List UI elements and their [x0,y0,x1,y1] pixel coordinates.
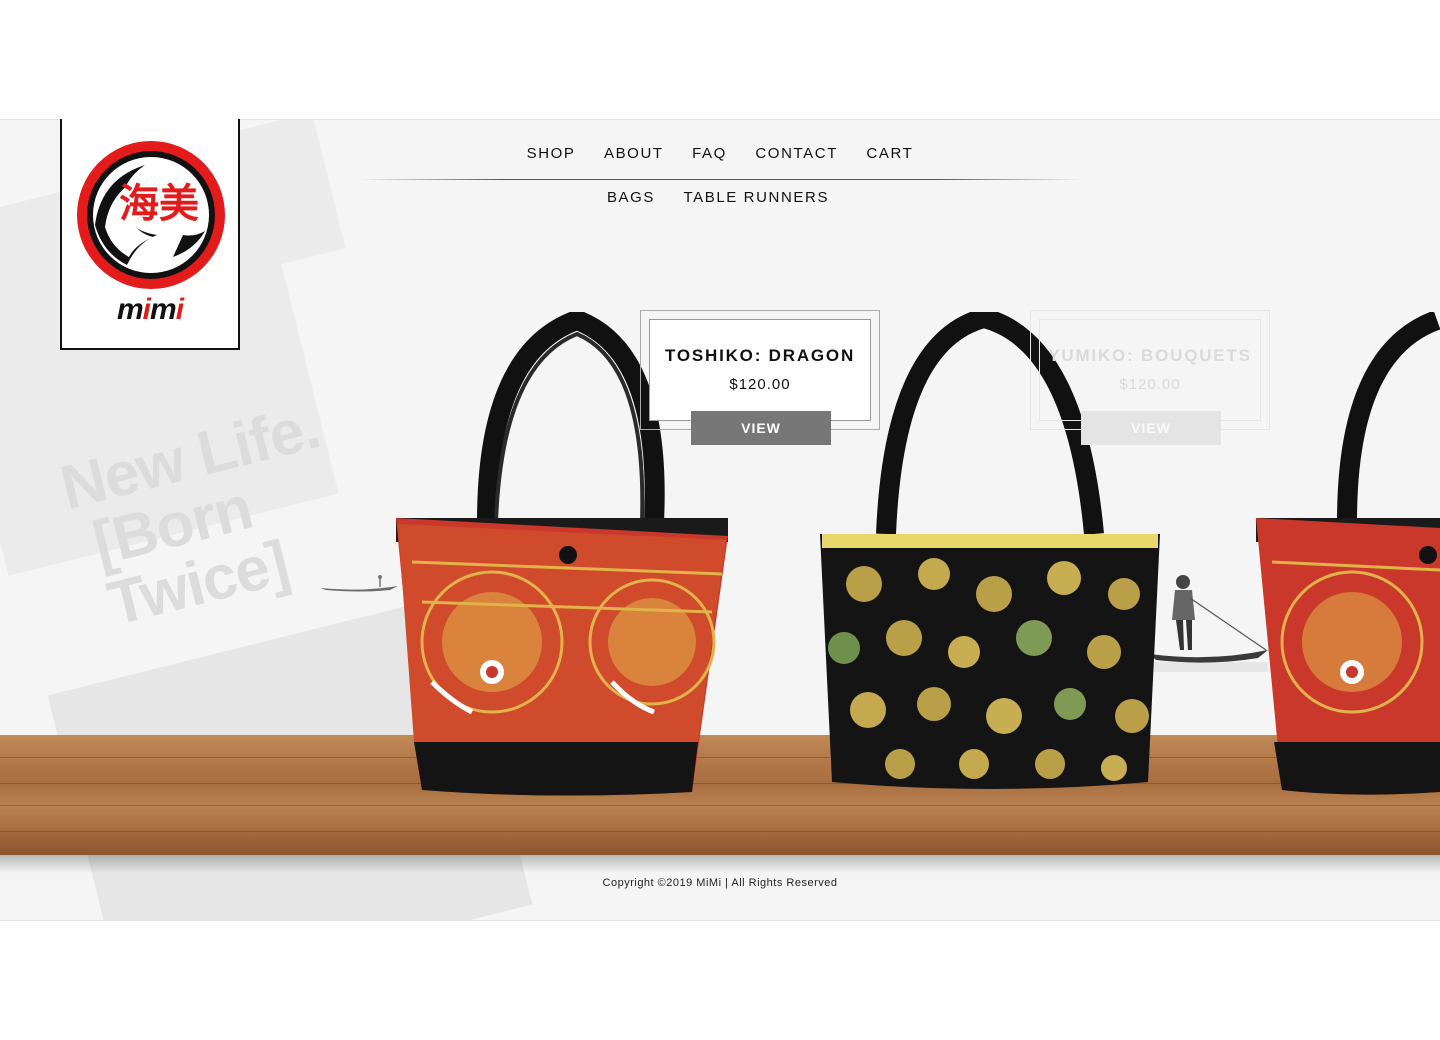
product-card-inner: TOSHIKO: DRAGON $120.00 [649,319,871,421]
view-button[interactable]: VIEW [1081,411,1221,445]
product-name: TOSHIKO: DRAGON [664,346,856,365]
main-nav: SHOP ABOUT FAQ CONTACT CART [360,145,1080,163]
nav-faq[interactable]: FAQ [692,145,727,162]
product-card-yumiko: YUMIKO: BOUQUETS $120.00 VIEW [1030,310,1270,445]
nav-shop[interactable]: SHOP [527,145,576,162]
shelf-shadow [0,855,1440,873]
bag-image-dragon-next[interactable] [1252,312,1440,797]
product-card-toshiko: TOSHIKO: DRAGON $120.00 VIEW [640,310,880,445]
wave-emblem-icon: 海美 [77,141,225,289]
nav-about[interactable]: ABOUT [604,145,664,162]
nav-contact[interactable]: CONTACT [755,145,838,162]
nav-cart[interactable]: CART [866,145,913,162]
nav-table-runners[interactable]: TABLE RUNNERS [684,189,830,206]
product-name: YUMIKO: BOUQUETS [1048,346,1252,365]
product-card-inner: YUMIKO: BOUQUETS $120.00 [1039,319,1261,421]
brand-wordmark: mimi [116,293,184,326]
footer-copyright: Copyright ©2019 MiMi | All Rights Reserv… [602,877,838,889]
svg-text:海美: 海美 [119,181,199,227]
nav-bags[interactable]: BAGS [607,189,655,206]
boat-silhouette-left [320,575,398,592]
view-button[interactable]: VIEW [691,411,831,445]
brand-logo[interactable]: 海美 mimi [60,119,240,350]
sub-nav: BAGS TABLE RUNNERS [360,189,1080,207]
nav-divider [360,179,1080,180]
product-price: $120.00 [729,376,791,393]
product-price: $120.00 [1119,376,1181,393]
